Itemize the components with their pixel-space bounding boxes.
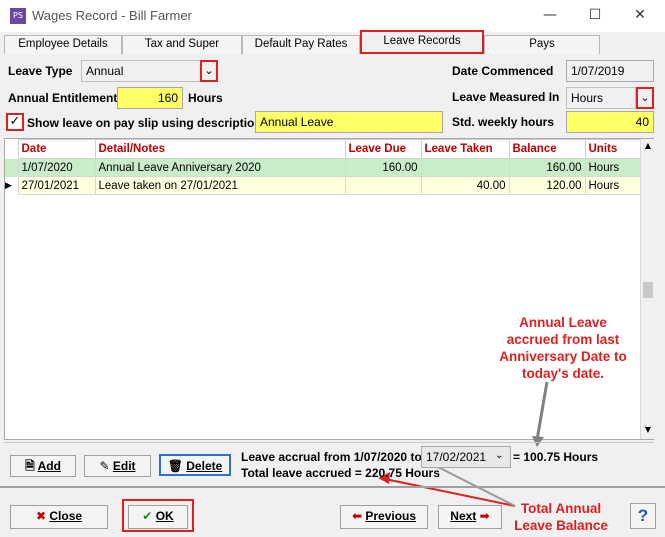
edit-icon: ✎ [99, 459, 110, 473]
total-arrow-red [379, 477, 516, 507]
edit-label: Edit [112, 459, 136, 473]
divider [4, 442, 654, 443]
close-button[interactable]: ✖ Close [10, 505, 108, 529]
next-button[interactable]: Next ➡ [438, 505, 502, 529]
total-arrow-grey [431, 463, 516, 507]
delete-label: Delete [186, 459, 223, 473]
tab-leave-records[interactable]: Leave Records [360, 30, 484, 54]
accrued-arrow [535, 381, 549, 441]
next-label: Next [450, 509, 477, 523]
chevron-down-icon[interactable]: ⌄ [495, 450, 503, 461]
document-icon: 🗎 [25, 459, 35, 473]
add-label: Add [37, 459, 61, 473]
previous-button[interactable]: ⬅ Previous [340, 505, 428, 529]
trash-icon: 🗑 [167, 459, 183, 473]
ok-label: OK [155, 509, 174, 523]
total-leave-accrued: Total leave accrued = 220.75 Hours [241, 466, 440, 480]
accrual-result: = 100.75 Hours [513, 450, 599, 464]
checkmark-icon: ✔ [142, 509, 153, 523]
ok-button[interactable]: ✔ OK [128, 505, 188, 529]
footer-separator [0, 486, 665, 488]
annotation-total-note: Total Annual Leave Balance [514, 501, 608, 533]
previous-label: Previous [365, 509, 417, 523]
close-x-icon: ✖ [35, 509, 47, 523]
edit-button[interactable]: ✎ Edit [84, 455, 151, 477]
accrual-from-label: Leave accrual from 1/07/2020 to [241, 450, 422, 464]
delete-button[interactable]: 🗑 Delete [159, 454, 231, 476]
help-button[interactable]: ? [630, 503, 656, 529]
add-button[interactable]: 🗎 Add [10, 455, 76, 477]
arrow-right-icon: ➡ [479, 509, 490, 523]
close-label: Close [49, 509, 83, 523]
arrow-left-icon: ⬅ [351, 509, 362, 523]
